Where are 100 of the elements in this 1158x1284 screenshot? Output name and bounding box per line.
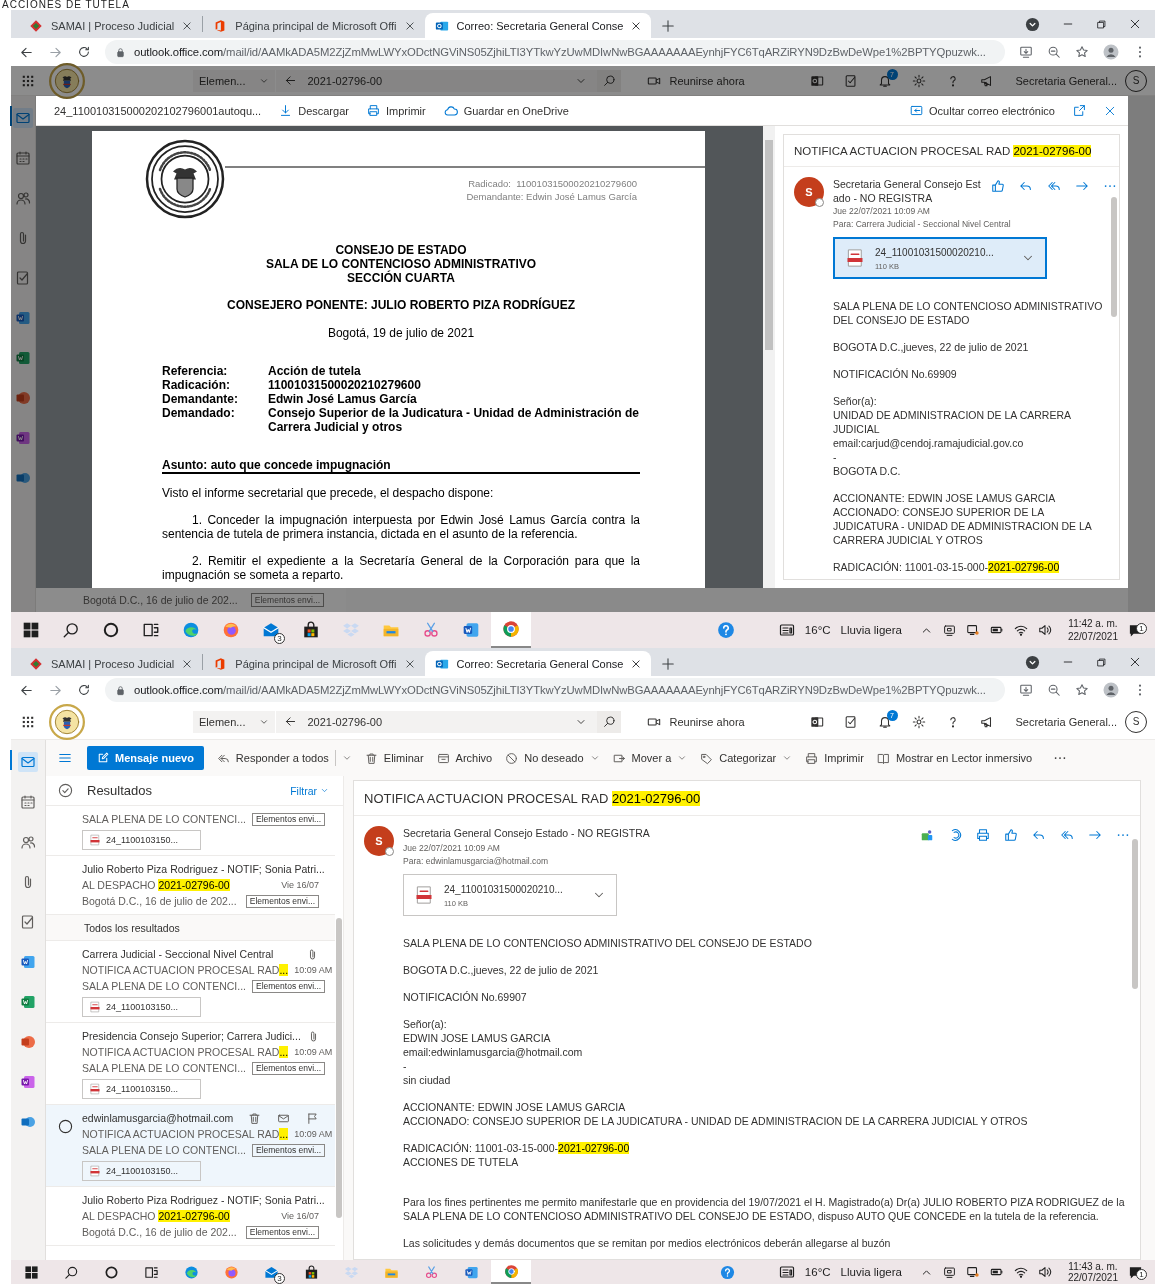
- toolbar-button[interactable]: Mover a: [612, 751, 688, 765]
- megaphone-icon[interactable]: [979, 714, 994, 729]
- firefox-browser-icon[interactable]: [222, 621, 240, 639]
- profile-icon[interactable]: [1103, 682, 1119, 698]
- search-field[interactable]: 2021-02796-00: [307, 74, 566, 87]
- toolbar-button[interactable]: Eliminar: [364, 751, 424, 765]
- address-bar[interactable]: outlook.office.com/mail/id/AAMkADA5M2ZjZmMwLWYxODctNGViNS05ZjhiLTI3YTkwYzUwMDIwNwBGAAAAAAAEynhjFYC6TqARZiRYN9DzBwDeWpe1%2BPTYQpuzwk...: [105, 40, 1005, 64]
- flag-icon[interactable]: [306, 1111, 319, 1125]
- close-icon[interactable]: [404, 658, 415, 669]
- excel-app-icon[interactable]: [20, 994, 36, 1010]
- hide-email-button[interactable]: Ocultar correo electrónico: [910, 104, 1055, 117]
- search-bar[interactable]: 2021-02796-00: [276, 69, 622, 92]
- circle-icon[interactable]: [103, 1264, 119, 1280]
- task-view-icon[interactable]: [143, 1264, 159, 1280]
- attachment-chip[interactable]: 24_1100103150...: [82, 1161, 201, 1181]
- close-icon[interactable]: [182, 658, 193, 669]
- toolbar-button[interactable]: Categorizar: [700, 751, 793, 765]
- chrome-browser-icon[interactable]: [503, 1263, 519, 1279]
- toolbar-button[interactable]: No deseado: [505, 751, 600, 765]
- profile-icon[interactable]: [1103, 44, 1119, 60]
- account-avatar[interactable]: S: [1125, 69, 1147, 92]
- message-item[interactable]: Carrera Judicial - Seccional Nivel Central NOTIFICA ACTUACION PROCESAL RAD... 10:09 AM SALA PLENA DE LO CONTENCI... Elementos envi... 24_1100103150...: [46, 941, 335, 1023]
- task-view-icon[interactable]: [142, 621, 160, 639]
- address-bar[interactable]: outlook.office.com/mail/id/AAMkADA5M2ZjZmMwLWYxODctNGViNS05ZjhiLTI3YTkwYzUwMDIwNwBGAAAAAAAEynhjFYC6TqARZiRYN9DzBwDeWpe1%2BPTYQpuzwk...: [105, 678, 1005, 702]
- clock[interactable]: 11:42 a. m. 22/07/2021: [1067, 617, 1118, 643]
- meet-now-icon[interactable]: [942, 1265, 956, 1279]
- mail-icon[interactable]: [15, 110, 31, 126]
- people-icon[interactable]: [20, 834, 36, 850]
- reply-icon[interactable]: [1019, 179, 1033, 193]
- account-name[interactable]: Secretaria General...: [1015, 715, 1117, 728]
- app-launcher-icon[interactable]: [21, 714, 35, 729]
- word-app-icon[interactable]: [20, 954, 36, 970]
- toolbar-button[interactable]: Imprimir: [805, 751, 864, 765]
- volume-icon[interactable]: [1037, 1265, 1052, 1279]
- print-icon[interactable]: [976, 828, 990, 842]
- scrollbar[interactable]: [1132, 839, 1138, 989]
- scissors-icon[interactable]: [423, 1264, 439, 1280]
- close-icon[interactable]: [1129, 18, 1141, 30]
- message-item[interactable]: SALA PLENA DE LO CONTENCI... Elementos envi... 24_1100103150...: [46, 806, 335, 856]
- calendar-icon[interactable]: [15, 150, 31, 166]
- browser-tab[interactable]: Página principal de Microsoft Offi: [203, 13, 425, 38]
- search-icon[interactable]: [63, 1264, 79, 1280]
- mail-icon[interactable]: [20, 754, 36, 770]
- apps-icon[interactable]: [920, 828, 934, 842]
- word-app-icon[interactable]: [463, 1264, 479, 1280]
- search-scope-dropdown[interactable]: Elemen...: [193, 710, 277, 733]
- menu-icon[interactable]: [58, 751, 72, 765]
- toolbar-button[interactable]: Responder a todos: [216, 750, 352, 766]
- select-radio-icon[interactable]: [58, 1119, 73, 1134]
- meet-now-icon[interactable]: [942, 623, 956, 637]
- forward-icon[interactable]: [1088, 828, 1102, 842]
- store-bag-icon[interactable]: [303, 1264, 319, 1280]
- display-icon[interactable]: [965, 1265, 980, 1279]
- pop-out-icon[interactable]: [1073, 104, 1086, 117]
- save-to-onedrive-button[interactable]: Guardar en OneDrive: [443, 103, 569, 118]
- checklist-icon[interactable]: [843, 714, 858, 729]
- toolbar-button[interactable]: Mostrar en Lector inmersivo: [876, 751, 1033, 765]
- mail-app-icon[interactable]: [263, 1264, 279, 1280]
- browser-tab[interactable]: SAMAI | Proceso Judicial: [19, 13, 203, 38]
- browser-tab[interactable]: Correo: Secretaria General Conse: [424, 651, 652, 676]
- like-icon[interactable]: [991, 179, 1005, 193]
- powerpoint-app-icon[interactable]: [20, 1034, 36, 1050]
- search-button[interactable]: [597, 710, 622, 733]
- word-app-icon[interactable]: [462, 621, 480, 639]
- delete-icon[interactable]: [248, 1111, 261, 1125]
- yammer-app-icon[interactable]: [15, 470, 31, 486]
- attachment-chip[interactable]: 24_1100103150...: [82, 830, 201, 850]
- store-bag-icon[interactable]: [302, 621, 320, 639]
- settings-icon[interactable]: [911, 714, 926, 729]
- bookmark-star-icon[interactable]: [1075, 45, 1089, 59]
- browser-tab[interactable]: Página principal de Microsoft Offi: [203, 651, 425, 676]
- search-field[interactable]: 2021-02796-00: [307, 715, 566, 728]
- download-button[interactable]: Descargar: [279, 104, 349, 117]
- edge-browser-icon[interactable]: [183, 1264, 199, 1280]
- profile-menu-icon[interactable]: [1025, 16, 1040, 32]
- browser-tab[interactable]: Correo: Secretaria General Conse: [424, 13, 652, 38]
- circle-icon[interactable]: [102, 621, 120, 639]
- scrollbar[interactable]: [1111, 197, 1117, 317]
- checkmark-icon[interactable]: [20, 914, 36, 930]
- checklist-icon[interactable]: [843, 73, 858, 88]
- word-app-icon[interactable]: [15, 310, 31, 326]
- close-icon[interactable]: [182, 20, 193, 31]
- back-arrow-icon[interactable]: [284, 74, 298, 87]
- restore-icon[interactable]: [1096, 18, 1107, 30]
- chrome-browser-icon[interactable]: [502, 620, 520, 638]
- close-icon[interactable]: [1129, 656, 1141, 668]
- attachment-chip[interactable]: 24_1100103150...: [82, 997, 201, 1017]
- zoom-icon[interactable]: [1047, 683, 1061, 697]
- onenote-app-icon[interactable]: [15, 430, 31, 446]
- toolbar-button[interactable]: Archivo: [436, 751, 493, 765]
- select-all-icon[interactable]: [58, 783, 73, 798]
- mail-app-icon[interactable]: [262, 621, 280, 639]
- scissors-icon[interactable]: [422, 621, 440, 639]
- reload-icon[interactable]: [77, 683, 91, 697]
- reply-all-icon[interactable]: [1060, 828, 1074, 842]
- bookmark-star-icon[interactable]: [1075, 683, 1089, 697]
- new-message-button[interactable]: Mensaje nuevo: [87, 746, 204, 770]
- help-icon[interactable]: [716, 621, 735, 639]
- start-icon[interactable]: [22, 621, 40, 639]
- bell-icon[interactable]: [877, 73, 892, 88]
